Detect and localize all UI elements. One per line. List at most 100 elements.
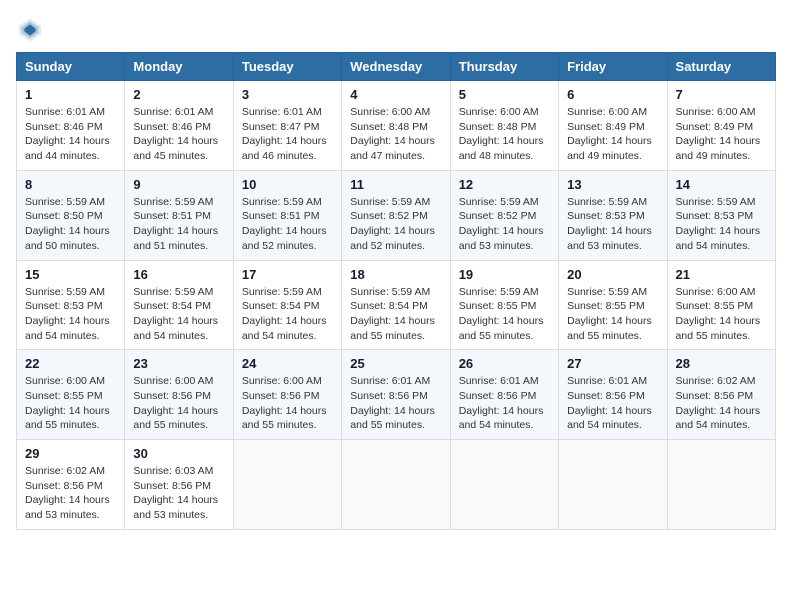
logo xyxy=(16,16,48,44)
calendar-cell: 21 Sunrise: 6:00 AM Sunset: 8:55 PM Dayl… xyxy=(667,260,775,350)
calendar-cell xyxy=(559,440,667,530)
day-number: 25 xyxy=(350,356,441,371)
day-number: 27 xyxy=(567,356,658,371)
day-info: Sunrise: 5:59 AM Sunset: 8:54 PM Dayligh… xyxy=(350,285,441,344)
day-number: 15 xyxy=(25,267,116,282)
day-info: Sunrise: 5:59 AM Sunset: 8:54 PM Dayligh… xyxy=(242,285,333,344)
calendar-cell: 2 Sunrise: 6:01 AM Sunset: 8:46 PM Dayli… xyxy=(125,81,233,171)
day-header-tuesday: Tuesday xyxy=(233,53,341,81)
calendar-cell: 29 Sunrise: 6:02 AM Sunset: 8:56 PM Dayl… xyxy=(17,440,125,530)
day-header-friday: Friday xyxy=(559,53,667,81)
calendar-cell: 19 Sunrise: 5:59 AM Sunset: 8:55 PM Dayl… xyxy=(450,260,558,350)
day-info: Sunrise: 5:59 AM Sunset: 8:52 PM Dayligh… xyxy=(459,195,550,254)
day-info: Sunrise: 6:01 AM Sunset: 8:56 PM Dayligh… xyxy=(350,374,441,433)
day-number: 12 xyxy=(459,177,550,192)
calendar-cell xyxy=(450,440,558,530)
day-number: 17 xyxy=(242,267,333,282)
day-info: Sunrise: 6:02 AM Sunset: 8:56 PM Dayligh… xyxy=(676,374,767,433)
week-row-1: 1 Sunrise: 6:01 AM Sunset: 8:46 PM Dayli… xyxy=(17,81,776,171)
day-number: 28 xyxy=(676,356,767,371)
day-info: Sunrise: 5:59 AM Sunset: 8:55 PM Dayligh… xyxy=(459,285,550,344)
day-number: 14 xyxy=(676,177,767,192)
calendar-cell: 9 Sunrise: 5:59 AM Sunset: 8:51 PM Dayli… xyxy=(125,170,233,260)
day-info: Sunrise: 6:02 AM Sunset: 8:56 PM Dayligh… xyxy=(25,464,116,523)
calendar-cell: 18 Sunrise: 5:59 AM Sunset: 8:54 PM Dayl… xyxy=(342,260,450,350)
day-header-thursday: Thursday xyxy=(450,53,558,81)
calendar-cell: 30 Sunrise: 6:03 AM Sunset: 8:56 PM Dayl… xyxy=(125,440,233,530)
day-number: 18 xyxy=(350,267,441,282)
day-info: Sunrise: 5:59 AM Sunset: 8:50 PM Dayligh… xyxy=(25,195,116,254)
page-header xyxy=(16,16,776,44)
day-header-wednesday: Wednesday xyxy=(342,53,450,81)
day-info: Sunrise: 6:01 AM Sunset: 8:56 PM Dayligh… xyxy=(567,374,658,433)
day-info: Sunrise: 6:01 AM Sunset: 8:46 PM Dayligh… xyxy=(133,105,224,164)
day-info: Sunrise: 6:00 AM Sunset: 8:49 PM Dayligh… xyxy=(676,105,767,164)
day-number: 22 xyxy=(25,356,116,371)
day-headers-row: SundayMondayTuesdayWednesdayThursdayFrid… xyxy=(17,53,776,81)
day-number: 29 xyxy=(25,446,116,461)
calendar-cell: 1 Sunrise: 6:01 AM Sunset: 8:46 PM Dayli… xyxy=(17,81,125,171)
calendar-cell: 22 Sunrise: 6:00 AM Sunset: 8:55 PM Dayl… xyxy=(17,350,125,440)
day-number: 26 xyxy=(459,356,550,371)
calendar-cell: 11 Sunrise: 5:59 AM Sunset: 8:52 PM Dayl… xyxy=(342,170,450,260)
calendar-cell: 7 Sunrise: 6:00 AM Sunset: 8:49 PM Dayli… xyxy=(667,81,775,171)
day-number: 8 xyxy=(25,177,116,192)
day-info: Sunrise: 5:59 AM Sunset: 8:55 PM Dayligh… xyxy=(567,285,658,344)
day-number: 2 xyxy=(133,87,224,102)
calendar-cell: 26 Sunrise: 6:01 AM Sunset: 8:56 PM Dayl… xyxy=(450,350,558,440)
day-info: Sunrise: 5:59 AM Sunset: 8:51 PM Dayligh… xyxy=(242,195,333,254)
calendar-cell: 20 Sunrise: 5:59 AM Sunset: 8:55 PM Dayl… xyxy=(559,260,667,350)
day-number: 5 xyxy=(459,87,550,102)
day-info: Sunrise: 5:59 AM Sunset: 8:53 PM Dayligh… xyxy=(676,195,767,254)
calendar-cell: 14 Sunrise: 5:59 AM Sunset: 8:53 PM Dayl… xyxy=(667,170,775,260)
day-info: Sunrise: 6:01 AM Sunset: 8:47 PM Dayligh… xyxy=(242,105,333,164)
day-info: Sunrise: 6:01 AM Sunset: 8:46 PM Dayligh… xyxy=(25,105,116,164)
calendar-cell: 15 Sunrise: 5:59 AM Sunset: 8:53 PM Dayl… xyxy=(17,260,125,350)
calendar-cell: 6 Sunrise: 6:00 AM Sunset: 8:49 PM Dayli… xyxy=(559,81,667,171)
calendar-cell xyxy=(233,440,341,530)
week-row-2: 8 Sunrise: 5:59 AM Sunset: 8:50 PM Dayli… xyxy=(17,170,776,260)
day-number: 24 xyxy=(242,356,333,371)
day-info: Sunrise: 6:00 AM Sunset: 8:56 PM Dayligh… xyxy=(133,374,224,433)
calendar-cell: 4 Sunrise: 6:00 AM Sunset: 8:48 PM Dayli… xyxy=(342,81,450,171)
day-number: 21 xyxy=(676,267,767,282)
day-number: 13 xyxy=(567,177,658,192)
day-header-saturday: Saturday xyxy=(667,53,775,81)
day-number: 16 xyxy=(133,267,224,282)
calendar-cell xyxy=(342,440,450,530)
day-info: Sunrise: 6:00 AM Sunset: 8:49 PM Dayligh… xyxy=(567,105,658,164)
calendar-cell: 27 Sunrise: 6:01 AM Sunset: 8:56 PM Dayl… xyxy=(559,350,667,440)
week-row-5: 29 Sunrise: 6:02 AM Sunset: 8:56 PM Dayl… xyxy=(17,440,776,530)
calendar-cell xyxy=(667,440,775,530)
calendar-cell: 8 Sunrise: 5:59 AM Sunset: 8:50 PM Dayli… xyxy=(17,170,125,260)
day-number: 20 xyxy=(567,267,658,282)
day-number: 3 xyxy=(242,87,333,102)
logo-icon xyxy=(16,16,44,44)
day-info: Sunrise: 6:00 AM Sunset: 8:56 PM Dayligh… xyxy=(242,374,333,433)
day-header-monday: Monday xyxy=(125,53,233,81)
week-row-3: 15 Sunrise: 5:59 AM Sunset: 8:53 PM Dayl… xyxy=(17,260,776,350)
day-number: 1 xyxy=(25,87,116,102)
calendar-cell: 17 Sunrise: 5:59 AM Sunset: 8:54 PM Dayl… xyxy=(233,260,341,350)
calendar-cell: 16 Sunrise: 5:59 AM Sunset: 8:54 PM Dayl… xyxy=(125,260,233,350)
day-info: Sunrise: 5:59 AM Sunset: 8:54 PM Dayligh… xyxy=(133,285,224,344)
calendar-cell: 3 Sunrise: 6:01 AM Sunset: 8:47 PM Dayli… xyxy=(233,81,341,171)
calendar-cell: 13 Sunrise: 5:59 AM Sunset: 8:53 PM Dayl… xyxy=(559,170,667,260)
day-info: Sunrise: 5:59 AM Sunset: 8:51 PM Dayligh… xyxy=(133,195,224,254)
day-number: 11 xyxy=(350,177,441,192)
day-number: 23 xyxy=(133,356,224,371)
day-number: 4 xyxy=(350,87,441,102)
day-number: 10 xyxy=(242,177,333,192)
day-info: Sunrise: 5:59 AM Sunset: 8:53 PM Dayligh… xyxy=(567,195,658,254)
week-row-4: 22 Sunrise: 6:00 AM Sunset: 8:55 PM Dayl… xyxy=(17,350,776,440)
calendar-cell: 12 Sunrise: 5:59 AM Sunset: 8:52 PM Dayl… xyxy=(450,170,558,260)
day-number: 6 xyxy=(567,87,658,102)
calendar-cell: 28 Sunrise: 6:02 AM Sunset: 8:56 PM Dayl… xyxy=(667,350,775,440)
day-number: 30 xyxy=(133,446,224,461)
calendar-cell: 23 Sunrise: 6:00 AM Sunset: 8:56 PM Dayl… xyxy=(125,350,233,440)
day-info: Sunrise: 6:01 AM Sunset: 8:56 PM Dayligh… xyxy=(459,374,550,433)
calendar-cell: 5 Sunrise: 6:00 AM Sunset: 8:48 PM Dayli… xyxy=(450,81,558,171)
day-info: Sunrise: 5:59 AM Sunset: 8:53 PM Dayligh… xyxy=(25,285,116,344)
day-info: Sunrise: 6:03 AM Sunset: 8:56 PM Dayligh… xyxy=(133,464,224,523)
calendar-cell: 10 Sunrise: 5:59 AM Sunset: 8:51 PM Dayl… xyxy=(233,170,341,260)
